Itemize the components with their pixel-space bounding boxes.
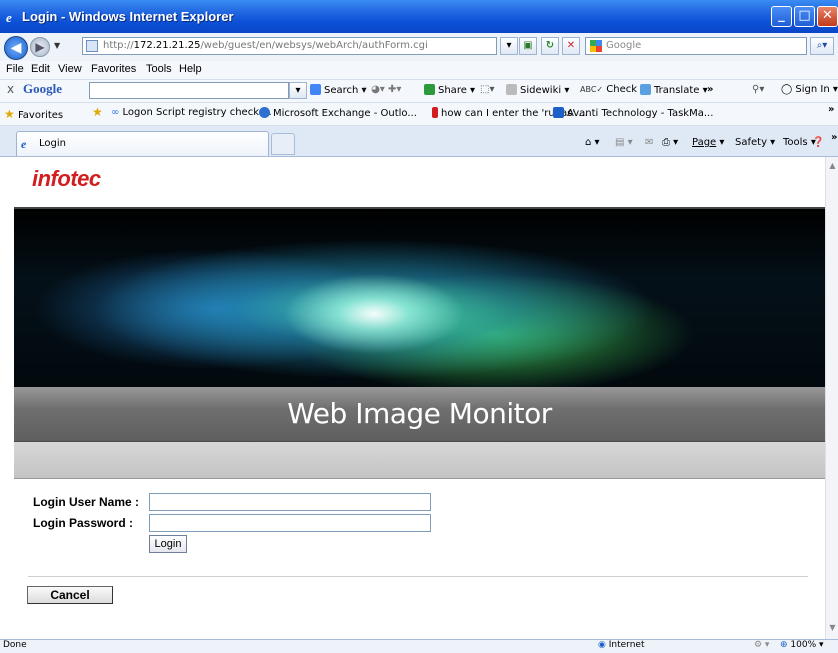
status-text: Done	[3, 640, 27, 650]
page-content: infotec Web Image Monitor Login User Nam…	[14, 157, 825, 639]
history-dropdown-icon[interactable]: ▼	[54, 41, 60, 50]
compatibility-view-icon[interactable]: ▣	[519, 37, 537, 55]
protected-mode-icon[interactable]: ⚙ ▾	[754, 640, 769, 650]
mail-button[interactable]: ✉	[645, 137, 653, 148]
stop-icon[interactable]: ✕	[562, 37, 580, 55]
google-bookmarks-icon[interactable]: ⬚▾	[480, 84, 494, 95]
back-button[interactable]: ◀	[4, 36, 28, 60]
banner-bottom-strip	[14, 441, 825, 479]
google-more-icons[interactable]: ◦ ◕▾ ✚▾	[362, 84, 401, 95]
star-icon: ★	[4, 107, 15, 121]
page-icon	[86, 40, 98, 52]
tools-menu[interactable]: Tools ▾	[783, 137, 816, 148]
username-label: Login User Name :	[33, 495, 140, 509]
password-label: Login Password :	[33, 516, 134, 530]
print-button[interactable]: ⎙ ▾	[662, 137, 678, 148]
google-search-dropdown[interactable]: ▾	[289, 82, 307, 99]
menu-file[interactable]: File	[6, 63, 24, 75]
password-input[interactable]	[149, 514, 431, 532]
add-favorite-icon[interactable]: ★	[92, 105, 103, 119]
zoom-icon: ⊕	[780, 640, 788, 650]
close-button[interactable]: ✕	[817, 6, 838, 27]
google-toolbar-logo: Google	[23, 81, 62, 96]
menu-favorites[interactable]: Favorites	[91, 63, 136, 75]
minimize-button[interactable]: _	[771, 6, 792, 27]
safety-menu[interactable]: Safety ▾	[735, 137, 775, 148]
address-bar[interactable]: http://172.21.21.25/web/guest/en/websys/…	[82, 37, 497, 55]
banner-image	[14, 207, 825, 389]
maximize-button[interactable]: □	[794, 6, 815, 27]
google-search-input[interactable]	[89, 82, 289, 99]
google-check-button[interactable]: ABC✓ Check ▾	[580, 84, 645, 95]
google-settings-icon[interactable]: ⚲▾	[752, 84, 764, 95]
tab-label: Login	[39, 138, 66, 149]
status-bar	[0, 639, 838, 653]
google-icon	[590, 40, 602, 52]
globe-icon: ◉	[598, 640, 606, 650]
scroll-down-icon[interactable]: ▼	[827, 623, 838, 635]
google-toolbar-close[interactable]: x	[7, 82, 14, 96]
google-translate-button[interactable]: Translate ▾	[640, 84, 708, 96]
favorites-more[interactable]: »	[828, 104, 834, 115]
address-url: http://172.21.21.25/web/guest/en/websys/…	[103, 40, 428, 51]
menu-edit[interactable]: Edit	[31, 63, 50, 75]
link-icon: ∞	[111, 107, 120, 118]
menu-view[interactable]: View	[58, 63, 82, 75]
google-toolbar-more[interactable]: »	[707, 84, 713, 95]
page-title: Web Image Monitor	[287, 397, 552, 430]
page-menu[interactable]: Page ▾	[692, 137, 724, 148]
address-dropdown-icon[interactable]: ▾	[500, 37, 518, 55]
security-zone: ◉ Internet	[598, 640, 645, 650]
login-button[interactable]: Login	[149, 535, 187, 553]
divider	[28, 576, 808, 577]
google-search-button[interactable]: Search ▾	[310, 84, 367, 96]
search-placeholder: Google	[606, 40, 642, 51]
menu-tools[interactable]: Tools	[146, 63, 172, 75]
favorites-button[interactable]: ★ Favorites	[4, 107, 63, 121]
favorite-link-2[interactable]: Microsoft Exchange - Outlo...	[259, 107, 417, 119]
ie-logo-icon: e	[6, 10, 12, 25]
favorite-link-4[interactable]: Avanti Technology - TaskMa...	[553, 107, 713, 119]
scroll-up-icon[interactable]: ▲	[827, 161, 838, 173]
username-input[interactable]	[149, 493, 431, 511]
home-button[interactable]: ⌂ ▾	[585, 137, 600, 148]
tab-login[interactable]: e Login	[16, 131, 269, 156]
search-button[interactable]: ⌕▾	[810, 37, 834, 55]
menu-help[interactable]: Help	[179, 63, 202, 75]
google-share-button[interactable]: Share ▾	[424, 84, 475, 96]
new-tab-button[interactable]	[271, 133, 295, 155]
search-box[interactable]: Google	[585, 37, 807, 55]
google-sidewiki-button[interactable]: Sidewiki ▾	[506, 84, 569, 96]
google-sign-in[interactable]: ◯ Sign In ▾	[781, 84, 838, 95]
window-title: Login - Windows Internet Explorer	[22, 9, 234, 24]
forward-button[interactable]: ▶	[30, 37, 50, 57]
infotec-logo: infotec	[32, 166, 101, 191]
vertical-scrollbar[interactable]: ▲ ▼	[825, 157, 838, 639]
favorite-link-1[interactable]: ∞ Logon Script registry check ...	[111, 107, 272, 118]
zoom-control[interactable]: ⊕ 100% ▾	[780, 640, 824, 650]
cancel-button[interactable]: Cancel	[27, 586, 113, 604]
ie-page-icon: e	[21, 137, 27, 151]
help-icon[interactable]: ❓	[812, 137, 824, 148]
title-bar[interactable]: e Login - Windows Internet Explorer _ □ …	[0, 0, 838, 33]
refresh-icon[interactable]: ↻	[541, 37, 559, 55]
feeds-button[interactable]: ▤ ▾	[615, 137, 633, 148]
command-bar-more[interactable]: »	[831, 132, 837, 143]
